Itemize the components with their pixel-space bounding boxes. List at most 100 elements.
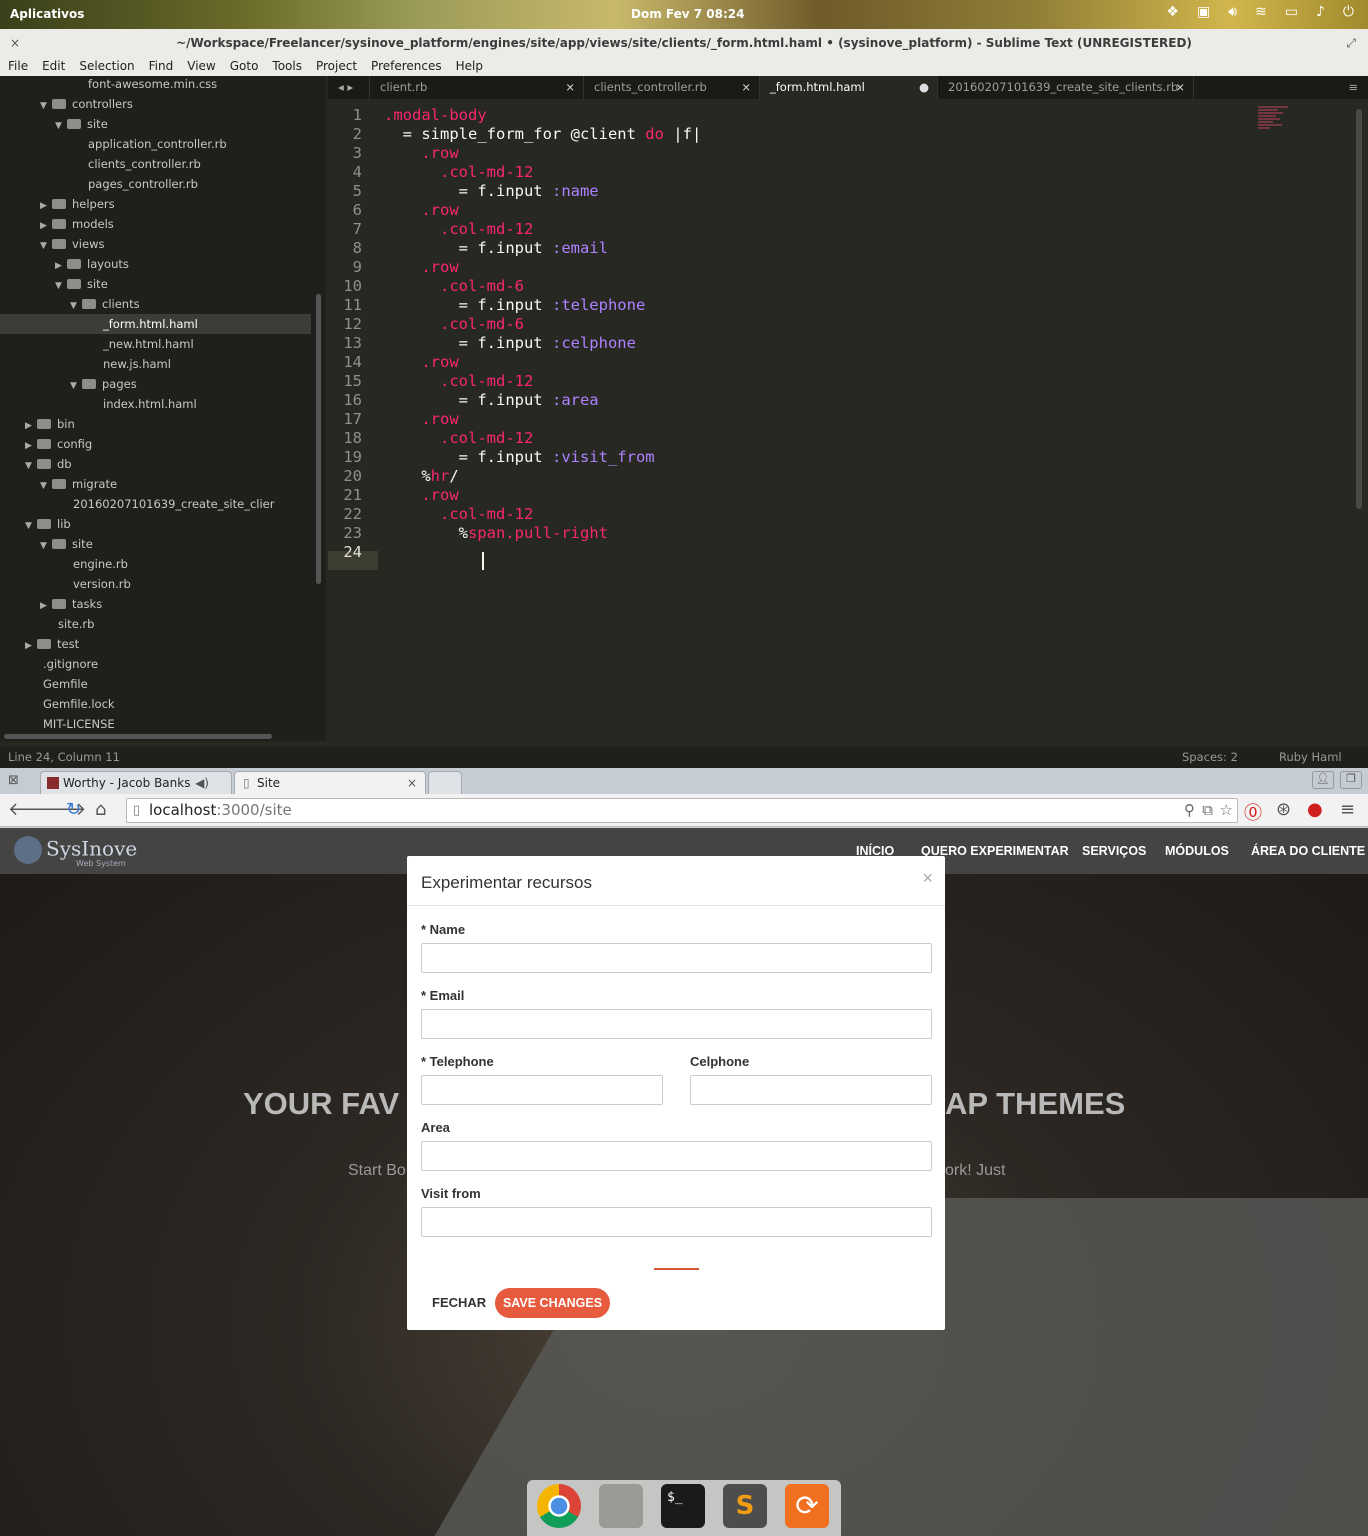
menu-selection[interactable]: Selection <box>79 58 134 76</box>
site-logo[interactable]: SysInove Web System <box>14 836 137 868</box>
code-line[interactable]: .row <box>384 353 458 372</box>
close-window-icon[interactable]: × <box>10 29 20 58</box>
tree-folder[interactable]: ▼ lib <box>0 514 311 534</box>
code-line[interactable]: .row <box>384 258 458 277</box>
code-line[interactable]: .row <box>384 410 458 429</box>
code-line[interactable]: = f.input :email <box>384 239 608 258</box>
tree-folder[interactable]: ▶ bin <box>0 414 311 434</box>
disclosure-open-icon[interactable]: ▼ <box>55 276 67 296</box>
area-input[interactable] <box>421 1141 932 1171</box>
translate-icon[interactable]: ⧉ <box>1202 799 1213 822</box>
code-line[interactable]: .col-md-6 <box>384 315 524 334</box>
disclosure-closed-icon[interactable]: ▶ <box>40 196 52 216</box>
code-line[interactable]: .col-md-12 <box>384 372 533 391</box>
sidebar-scrollbar[interactable] <box>316 294 321 584</box>
close-window-icon[interactable]: ⊠ <box>8 773 19 788</box>
menu-file[interactable]: File <box>8 58 28 76</box>
disclosure-closed-icon[interactable]: ▶ <box>40 596 52 616</box>
code-line[interactable]: .row <box>384 486 458 505</box>
home-icon[interactable]: ⌂ <box>95 799 106 820</box>
code-line[interactable]: %hr/ <box>384 467 458 486</box>
reload-icon[interactable]: ↻ <box>66 799 81 820</box>
tree-folder[interactable]: ▶ layouts <box>0 254 311 274</box>
clock[interactable]: Dom Fev 7 08:24 <box>631 7 744 21</box>
page-info-icon[interactable]: ▯ <box>133 799 140 822</box>
menu-icon[interactable]: ≡ <box>1340 799 1355 820</box>
minimap[interactable] <box>1258 105 1298 155</box>
tab-menu-icon[interactable]: ≡ <box>1338 76 1368 99</box>
disclosure-open-icon[interactable]: ▼ <box>40 476 52 496</box>
power-icon[interactable]: ⏻ <box>1343 4 1354 20</box>
maximize-icon[interactable]: ⤢ <box>1346 29 1356 58</box>
volume-icon[interactable]: 🔊︎ <box>1228 4 1237 20</box>
indentation-setting[interactable]: Spaces: 2 <box>1182 747 1238 768</box>
tree-file[interactable]: version.rb <box>0 574 311 594</box>
fechar-button[interactable]: FECHAR <box>432 1295 486 1310</box>
tree-file[interactable]: _form.html.haml <box>0 314 311 334</box>
disclosure-open-icon[interactable]: ▼ <box>25 456 37 476</box>
celphone-input[interactable] <box>690 1075 932 1105</box>
code-line[interactable]: %span.pull-right <box>384 524 608 543</box>
menu-edit[interactable]: Edit <box>42 58 65 76</box>
menu-project[interactable]: Project <box>316 58 357 76</box>
disclosure-open-icon[interactable]: ▼ <box>40 536 52 556</box>
nav-modulos[interactable]: MÓDULOS <box>1165 844 1229 858</box>
menu-view[interactable]: View <box>187 58 215 76</box>
tree-file[interactable]: engine.rb <box>0 554 311 574</box>
tree-folder[interactable]: ▶ tasks <box>0 594 311 614</box>
syntax-selector[interactable]: Ruby Haml <box>1279 747 1342 768</box>
disclosure-closed-icon[interactable]: ▶ <box>55 256 67 276</box>
tree-folder[interactable]: ▼ clients <box>0 294 311 314</box>
bookmark-star-icon[interactable]: ☆ <box>1220 799 1233 822</box>
tree-folder[interactable]: ▼ controllers <box>0 94 311 114</box>
tree-file[interactable]: font-awesome.min.css <box>0 76 311 94</box>
code-line[interactable]: = f.input :visit_from <box>384 448 655 467</box>
opera-extension-icon[interactable]: ⓪ <box>1244 799 1262 825</box>
code-line[interactable]: .col-md-6 <box>384 277 524 296</box>
nav-servicos[interactable]: SERVIÇOS <box>1082 844 1146 858</box>
code-line[interactable]: .col-md-12 <box>384 163 533 182</box>
disclosure-closed-icon[interactable]: ▶ <box>25 636 37 656</box>
tree-file[interactable]: _new.html.haml <box>0 334 311 354</box>
disclosure-closed-icon[interactable]: ▶ <box>40 216 52 236</box>
save-changes-button[interactable]: SAVE CHANGES <box>495 1288 610 1318</box>
disclosure-open-icon[interactable]: ▼ <box>70 296 82 316</box>
code-line[interactable]: .row <box>384 201 458 220</box>
tree-file[interactable]: new.js.haml <box>0 354 311 374</box>
menu-find[interactable]: Find <box>149 58 174 76</box>
editor-tab[interactable]: 20160207101639_create_site_clients.rb × <box>938 76 1194 99</box>
applications-menu[interactable]: Aplicativos <box>10 7 84 21</box>
telephone-input[interactable] <box>421 1075 663 1105</box>
tree-file[interactable]: site.rb <box>0 614 311 634</box>
tree-folder[interactable]: ▼ pages <box>0 374 311 394</box>
restore-window-icon[interactable]: ❐ <box>1340 771 1362 789</box>
wifi-icon[interactable]: ≋ <box>1255 4 1267 20</box>
code-line[interactable]: .col-md-12 <box>384 429 533 448</box>
tree-file[interactable]: index.html.haml <box>0 394 311 414</box>
disclosure-open-icon[interactable]: ▼ <box>25 516 37 536</box>
disclosure-open-icon[interactable]: ▼ <box>70 376 82 396</box>
tree-folder[interactable]: ▼ site <box>0 274 311 294</box>
close-tab-icon[interactable]: × <box>1175 76 1185 99</box>
modal-close-icon[interactable]: × <box>922 868 933 889</box>
code-line[interactable]: = simple_form_for @client do |f| <box>384 125 702 144</box>
battery-icon[interactable]: ▭ <box>1285 4 1298 20</box>
editor-tab[interactable]: clients_controller.rb × <box>584 76 760 99</box>
disclosure-closed-icon[interactable]: ▶ <box>25 436 37 456</box>
files-icon[interactable] <box>599 1484 643 1528</box>
address-bar[interactable]: ▯ localhost:3000/site ⚲ ⧉ ☆ <box>126 798 1238 823</box>
tree-folder[interactable]: ▼ db <box>0 454 311 474</box>
tree-folder[interactable]: ▶ models <box>0 214 311 234</box>
menu-help[interactable]: Help <box>456 58 483 76</box>
browser-tab-worthy[interactable]: Worthy - Jacob Banks ◀) <box>40 771 232 794</box>
code-line[interactable]: .modal-body <box>384 106 487 125</box>
email-input[interactable] <box>421 1009 932 1039</box>
bell-icon[interactable]: ♪ <box>1316 4 1325 20</box>
tree-folder[interactable]: ▼ migrate <box>0 474 311 494</box>
menu-tools[interactable]: Tools <box>272 58 302 76</box>
tab-scroll-arrows[interactable]: ◂ ▸ <box>328 76 370 99</box>
tree-folder[interactable]: ▶ config <box>0 434 311 454</box>
history-extension-icon[interactable]: ⊛ <box>1276 799 1291 820</box>
tree-folder[interactable]: ▶ helpers <box>0 194 311 214</box>
nav-area-do-cliente[interactable]: ÁREA DO CLIENTE <box>1251 844 1365 858</box>
